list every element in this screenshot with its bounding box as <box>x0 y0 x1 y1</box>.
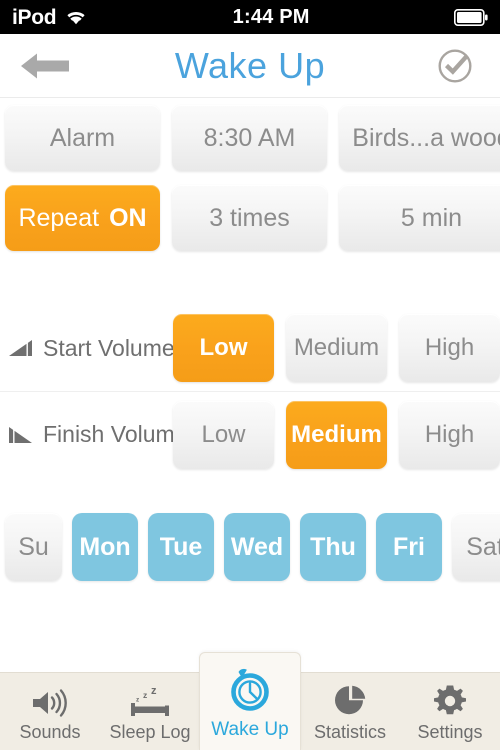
day-button-mon[interactable]: Mon <box>72 513 138 581</box>
status-bar-right <box>454 8 488 26</box>
day-button-thu[interactable]: Thu <box>300 513 366 581</box>
tab-sounds-label: Sounds <box>19 721 81 742</box>
start-volume-label: Start Volume <box>43 334 175 361</box>
nav-header: Wake Up <box>0 34 500 98</box>
tab-wake-up[interactable]: Wake Up <box>199 652 301 750</box>
sound-button[interactable]: Birds...a wood <box>339 105 500 171</box>
day-button-sat[interactable]: Sat <box>452 513 500 581</box>
tab-sleep-log[interactable]: z z z Sleep Log <box>100 673 200 750</box>
finish-volume-options: Low Medium High <box>173 400 500 469</box>
start-volume-row: Start Volume Low Medium High <box>0 305 500 391</box>
start-volume-low-button[interactable]: Low <box>173 314 274 382</box>
app-screen: iPod 1:44 PM Wake Up Alarm 8:30 AM Birds… <box>0 0 500 750</box>
bed-sleep-icon: z z z <box>127 682 173 718</box>
weekday-selector: Su Mon Tue Wed Thu Fri Sat <box>5 513 500 581</box>
start-volume-high-button[interactable]: High <box>399 314 500 382</box>
tab-statistics[interactable]: Statistics <box>300 673 400 750</box>
tab-sounds[interactable]: Sounds <box>0 673 100 750</box>
day-button-wed[interactable]: Wed <box>224 513 290 581</box>
tab-wake-up-label: Wake Up <box>211 719 289 740</box>
repeat-count-button[interactable]: 3 times <box>172 185 327 251</box>
page-title: Wake Up <box>174 44 326 86</box>
repeat-interval-button[interactable]: 5 min <box>339 185 500 251</box>
settings-row-2: Repeat ON 3 times 5 min <box>0 185 500 251</box>
tab-settings[interactable]: Settings <box>400 673 500 750</box>
time-button[interactable]: 8:30 AM <box>172 105 327 171</box>
status-bar-left: iPod <box>12 7 88 28</box>
finish-volume-label: Finish Volume <box>43 421 188 447</box>
gear-icon <box>433 682 467 718</box>
repeat-label: Repeat <box>18 203 100 232</box>
settings-row-1: Alarm 8:30 AM Birds...a wood <box>0 105 500 171</box>
finish-volume-label-group: Finish Volume <box>8 421 187 448</box>
back-arrow-icon <box>19 50 71 82</box>
battery-full-icon <box>454 8 488 26</box>
wifi-icon <box>64 8 88 26</box>
volume-decrease-icon <box>8 425 34 445</box>
volume-section: Start Volume Low Medium High Finish Volu… <box>0 305 500 477</box>
tab-sleep-log-label: Sleep Log <box>109 721 191 742</box>
clock-label: 1:44 PM <box>232 5 310 28</box>
finish-volume-row: Finish Volume Low Medium High <box>0 391 500 477</box>
start-volume-label-group: Start Volume <box>8 334 175 362</box>
finish-volume-medium-button[interactable]: Medium <box>286 400 387 469</box>
svg-text:z: z <box>136 696 140 703</box>
finish-volume-low-button[interactable]: Low <box>173 400 274 469</box>
volume-increase-icon <box>8 338 34 358</box>
day-button-su[interactable]: Su <box>5 513 62 581</box>
day-button-fri[interactable]: Fri <box>376 513 442 581</box>
repeat-toggle-button[interactable]: Repeat ON <box>5 185 160 251</box>
status-bar: iPod 1:44 PM <box>0 0 500 34</box>
alarm-clock-icon <box>225 665 275 713</box>
svg-text:z: z <box>143 690 147 700</box>
finish-volume-high-button[interactable]: High <box>399 400 500 469</box>
tab-settings-label: Settings <box>417 721 483 742</box>
start-volume-options: Low Medium High <box>173 314 500 382</box>
back-button[interactable] <box>0 34 90 98</box>
pie-chart-icon <box>333 682 367 718</box>
check-circle-icon <box>436 47 474 85</box>
start-volume-medium-button[interactable]: Medium <box>286 314 387 382</box>
svg-text:z: z <box>151 685 157 697</box>
alarm-button[interactable]: Alarm <box>5 105 160 171</box>
alarm-settings-grid: Alarm 8:30 AM Birds...a wood Repeat ON 3… <box>0 105 500 265</box>
speaker-icon <box>30 682 70 718</box>
day-button-tue[interactable]: Tue <box>148 513 214 581</box>
carrier-label: iPod <box>12 5 57 29</box>
tab-statistics-label: Statistics <box>313 721 387 742</box>
done-button[interactable] <box>410 34 500 98</box>
repeat-state-label: ON <box>109 203 147 232</box>
